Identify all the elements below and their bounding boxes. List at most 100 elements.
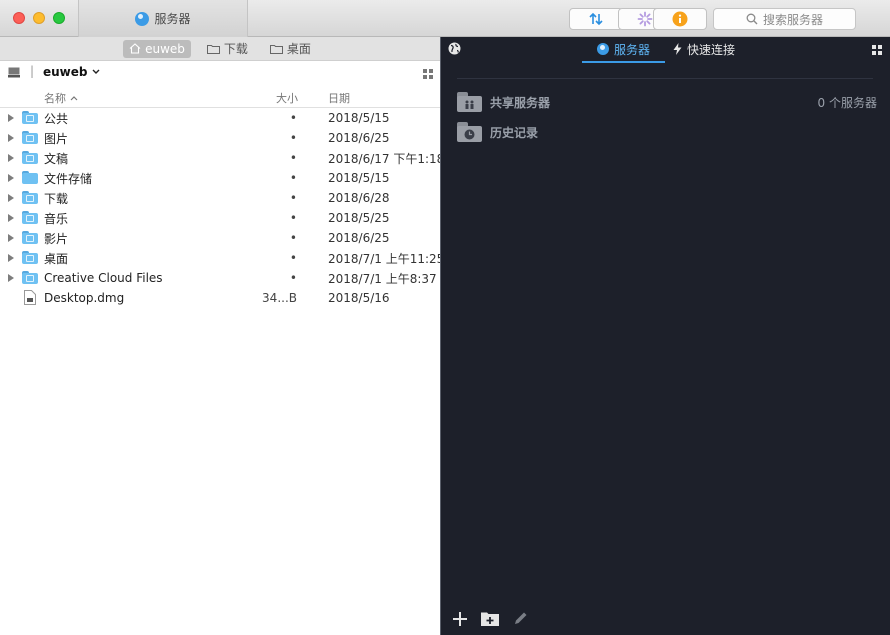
separator	[457, 78, 873, 79]
disk-image-file-icon	[24, 290, 36, 305]
file-name: 文稿	[44, 151, 69, 166]
search-icon	[746, 13, 758, 25]
column-size-header[interactable]: 大小	[276, 90, 298, 106]
minimize-window-button[interactable]	[33, 12, 45, 24]
lightning-icon	[673, 43, 682, 55]
file-row[interactable]: 公共 • 2018/5/15	[0, 108, 440, 128]
add-icon[interactable]	[453, 611, 467, 626]
info-icon	[672, 11, 688, 27]
file-date: 2018/5/25	[328, 211, 390, 225]
disclosure-triangle-icon[interactable]	[8, 214, 14, 222]
file-row[interactable]: 音乐 • 2018/5/25	[0, 208, 440, 228]
file-size: •	[289, 231, 297, 245]
file-date: 2018/5/16	[328, 291, 390, 305]
file-size: 34...B	[262, 291, 297, 305]
search-placeholder: 搜索服务器	[762, 12, 823, 27]
tab-label: 快速连接	[687, 42, 736, 57]
spinner-icon	[637, 11, 653, 27]
server-count: 0 个服务器	[817, 96, 877, 110]
file-date: 2018/7/1 上午11:25	[328, 251, 445, 266]
server-tabs: 服务器 快速连接	[441, 37, 890, 63]
pictures-folder-icon	[22, 131, 38, 144]
shared-servers-label: 共享服务器	[490, 95, 551, 110]
file-date: 2018/6/17 下午1:18	[328, 151, 445, 166]
file-row[interactable]: 下载 • 2018/6/28	[0, 188, 440, 208]
file-name: 公共	[44, 111, 69, 126]
drive-icon	[8, 67, 20, 78]
file-row[interactable]: Creative Cloud Files • 2018/7/1 上午8:37	[0, 268, 440, 288]
file-row[interactable]: Desktop.dmg 34...B 2018/5/16	[0, 288, 440, 308]
file-size: •	[289, 271, 297, 285]
folder-icon	[206, 44, 220, 54]
disclosure-triangle-icon[interactable]	[8, 234, 14, 242]
file-date: 2018/5/15	[328, 111, 390, 125]
breadcrumb-item-euweb[interactable]: euweb	[123, 39, 191, 58]
file-name: 桌面	[44, 251, 69, 266]
zoom-window-button[interactable]	[53, 12, 65, 24]
disclosure-triangle-icon[interactable]	[8, 254, 14, 262]
chevron-down-icon	[92, 69, 99, 74]
file-row[interactable]: 文稿 • 2018/6/17 下午1:18	[0, 148, 444, 168]
tab-quick-connect[interactable]: 快速连接	[673, 37, 735, 61]
local-file-pane: euweb 下载 桌面 | euweb 名称 大小 日期 公共 • 2018/5…	[0, 37, 444, 635]
disclosure-triangle-icon[interactable]	[8, 174, 14, 182]
tab-label: 服务器	[613, 42, 650, 57]
tab-servers-list[interactable]: 服务器	[582, 37, 665, 63]
disclosure-triangle-icon[interactable]	[8, 114, 14, 122]
file-row[interactable]: 影片 • 2018/6/25	[0, 228, 440, 248]
desktop-folder-icon	[22, 251, 38, 264]
grid-view-icon[interactable]	[872, 45, 882, 55]
search-field[interactable]: 搜索服务器	[713, 8, 856, 30]
disclosure-triangle-icon[interactable]	[8, 134, 14, 142]
title-bar: 服务器 搜索服务器	[0, 0, 890, 37]
bottom-toolbar	[453, 611, 528, 626]
column-header: 名称 大小 日期	[0, 87, 440, 108]
file-name: Desktop.dmg	[44, 291, 125, 305]
column-date-header[interactable]: 日期	[328, 90, 350, 106]
file-size: •	[289, 191, 297, 205]
file-row[interactable]: 文件存储 • 2018/5/15	[0, 168, 440, 188]
downloads-folder-icon	[22, 191, 38, 204]
column-name-label: 名称	[44, 92, 66, 105]
file-name: 音乐	[44, 211, 69, 226]
grid-view-icon[interactable]	[423, 69, 433, 79]
file-date: 2018/6/28	[328, 191, 390, 205]
history-folder-icon	[457, 122, 482, 142]
globe-icon	[596, 43, 609, 55]
file-row[interactable]: 图片 • 2018/6/25	[0, 128, 440, 148]
file-list: 公共 • 2018/5/15 图片 • 2018/6/25 文稿 • 2018/…	[0, 108, 444, 308]
file-row[interactable]: 桌面 • 2018/7/1 上午11:25	[0, 248, 444, 268]
new-folder-icon[interactable]	[481, 611, 499, 626]
location-label: euweb	[43, 65, 88, 79]
column-name-header[interactable]: 名称	[44, 90, 78, 106]
music-folder-icon	[22, 211, 38, 224]
tab-servers[interactable]: 服务器	[78, 0, 248, 37]
server-pane: 服务器 快速连接 共享服务器 0 个服务器 历史记录	[441, 37, 890, 635]
breadcrumb: euweb 下载 桌面	[0, 37, 440, 61]
file-name: 下载	[44, 191, 69, 206]
shared-servers-item[interactable]: 共享服务器	[457, 92, 550, 112]
sort-ascending-icon	[70, 96, 78, 101]
breadcrumb-label: 下载	[223, 42, 248, 56]
file-date: 2018/6/25	[328, 131, 390, 145]
home-icon	[129, 43, 141, 54]
file-name: Creative Cloud Files	[44, 271, 163, 285]
info-button[interactable]	[653, 8, 707, 30]
public-folder-icon	[22, 111, 38, 124]
disclosure-triangle-icon[interactable]	[8, 154, 14, 162]
sync-button[interactable]	[569, 8, 623, 30]
history-item[interactable]: 历史记录	[457, 122, 538, 142]
file-date: 2018/6/25	[328, 231, 390, 245]
edit-pencil-icon[interactable]	[513, 611, 528, 626]
breadcrumb-item-desktop[interactable]: 桌面	[264, 38, 317, 59]
folder-icon	[22, 171, 38, 184]
disclosure-triangle-icon[interactable]	[8, 274, 14, 282]
app-window: 服务器 搜索服务器 euweb 下载 桌面 | euweb 名称 大小 日期 公…	[0, 0, 890, 635]
breadcrumb-item-downloads[interactable]: 下载	[201, 38, 254, 59]
disclosure-triangle-icon[interactable]	[8, 194, 14, 202]
location-dropdown[interactable]: euweb	[43, 65, 100, 79]
folder-icon	[269, 44, 283, 54]
creative-cloud-folder-icon	[22, 271, 38, 284]
globe-icon[interactable]	[448, 42, 461, 55]
close-window-button[interactable]	[13, 12, 25, 24]
